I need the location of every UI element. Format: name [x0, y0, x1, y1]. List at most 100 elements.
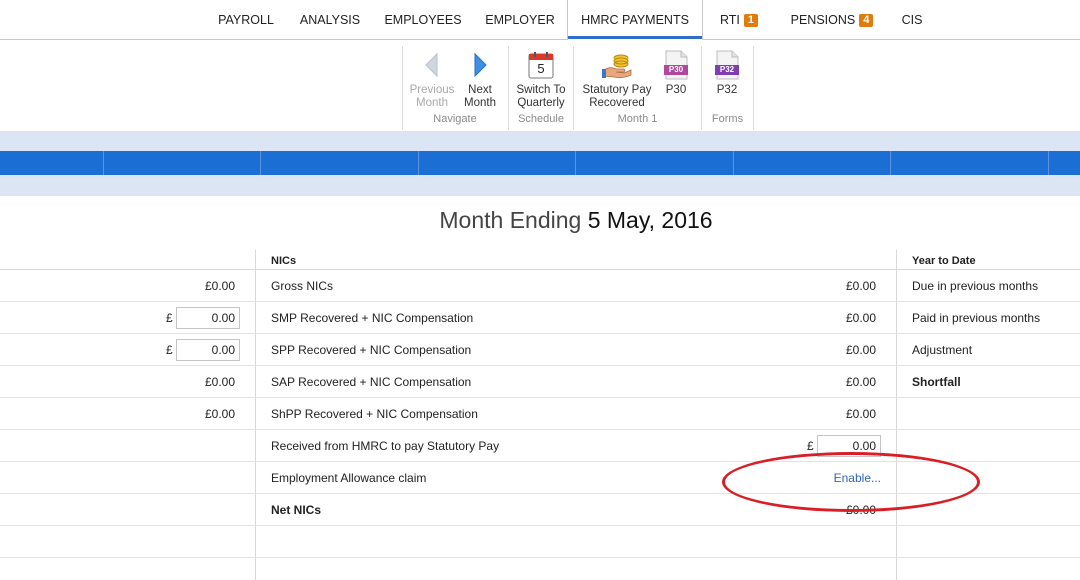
tab-cis[interactable]: CIS: [893, 0, 931, 40]
ribbon-separator: [753, 46, 754, 130]
tab-label: CIS: [901, 13, 923, 27]
table-row: £ SMP Recovered + NIC Compensation £0.00…: [0, 302, 1080, 334]
table-row: [0, 526, 1080, 558]
period-divider: [890, 151, 891, 175]
tab-label: ANALYSIS: [299, 13, 361, 27]
group-label-month: Month 1: [617, 113, 658, 125]
enable-employment-allowance-link[interactable]: Enable...: [780, 471, 881, 485]
nics-row-label: SMP Recovered + NIC Compensation: [271, 311, 474, 325]
nics-row-label: ShPP Recovered + NIC Compensation: [271, 407, 478, 421]
button-label: Switch To: [516, 84, 566, 96]
table-row: Net NICs £0.00: [0, 494, 1080, 526]
rti-count-badge: 1: [743, 14, 759, 27]
table-row: £ SPP Recovered + NIC Compensation £0.00…: [0, 334, 1080, 366]
left-value: £0.00: [204, 375, 235, 389]
tab-label: RTI: [719, 13, 740, 27]
period-divider: [103, 151, 104, 175]
coins-hand-icon: [602, 50, 632, 80]
nics-row-value: £0.00: [845, 375, 876, 389]
period-bar: [0, 151, 1080, 175]
arrow-right-icon: [465, 50, 495, 80]
p32-button[interactable]: P32 P32: [707, 50, 747, 97]
header-band-bottom: [0, 175, 1080, 196]
tab-payroll[interactable]: PAYROLL: [206, 0, 286, 40]
p32-icon-text: P32: [719, 65, 735, 74]
arrow-left-icon: [417, 50, 447, 80]
group-label-forms: Forms: [711, 113, 744, 125]
currency-symbol: £: [166, 311, 173, 325]
tab-rti[interactable]: RTI 1: [710, 0, 768, 40]
button-label: Month: [416, 96, 448, 109]
tab-pensions[interactable]: PENSIONS 4: [782, 0, 882, 40]
ytd-column-header: Year to Date: [912, 255, 976, 267]
nics-row-label: SPP Recovered + NIC Compensation: [271, 343, 472, 357]
switch-to-quarterly-button[interactable]: 5 Switch To Quarterly: [511, 50, 571, 109]
tab-label: EMPLOYEES: [384, 13, 462, 27]
p30-icon-text: P30: [668, 65, 684, 74]
period-divider: [1048, 151, 1049, 175]
smp-left-amount-input[interactable]: [176, 307, 240, 329]
button-label: P30: [665, 84, 687, 96]
button-label: Quarterly: [517, 96, 565, 109]
title-date: 5 May, 2016: [587, 207, 713, 233]
period-divider: [418, 151, 419, 175]
left-value: £0.00: [204, 279, 235, 293]
calendar-icon: 5: [526, 50, 556, 80]
tab-employer[interactable]: EMPLOYER: [478, 0, 562, 40]
nics-row-value: £0.00: [845, 311, 876, 325]
ribbon-separator: [402, 46, 403, 130]
left-value: £0.00: [204, 407, 235, 421]
period-divider: [733, 151, 734, 175]
nics-row-value: £0.00: [845, 407, 876, 421]
table-row: Employment Allowance claim Enable...: [0, 462, 1080, 494]
calendar-day: 5: [537, 61, 545, 76]
period-divider: [575, 151, 576, 175]
button-label: Month: [464, 96, 496, 109]
button-label: Previous: [409, 84, 455, 96]
previous-month-button[interactable]: Previous Month: [406, 50, 458, 109]
p30-document-icon: P30: [661, 50, 691, 80]
table-row: £0.00 Gross NICs £0.00 Due in previous m…: [0, 270, 1080, 302]
button-label: P32: [716, 84, 738, 96]
group-label-schedule: Schedule: [518, 113, 564, 125]
ytd-row-label: Shortfall: [912, 375, 961, 389]
nics-row-label: Gross NICs: [271, 279, 334, 293]
nics-row-value: £0.00: [845, 343, 876, 357]
nics-row-label: SAP Recovered + NIC Compensation: [271, 375, 472, 389]
tab-employees[interactable]: EMPLOYEES: [378, 0, 468, 40]
tab-label: PAYROLL: [218, 13, 274, 27]
next-month-button[interactable]: Next Month: [458, 50, 502, 109]
period-divider: [260, 151, 261, 175]
received-from-hmrc-input[interactable]: [817, 435, 881, 457]
title-prefix: Month Ending: [439, 207, 582, 233]
tab-analysis[interactable]: ANALYSIS: [290, 0, 370, 40]
p30-button[interactable]: P30 P30: [658, 50, 694, 97]
table-row: £0.00 ShPP Recovered + NIC Compensation …: [0, 398, 1080, 430]
tab-label: EMPLOYER: [485, 13, 555, 27]
ribbon-toolbar: Previous Month Next Month Navigate 5 Swi…: [0, 40, 1080, 131]
button-label: Statutory Pay: [582, 84, 652, 96]
page-title: Month Ending 5 May, 2016: [0, 207, 1080, 234]
p32-document-icon: P32: [712, 50, 742, 80]
ytd-row-label: Due in previous months: [912, 279, 1039, 293]
nics-column-header: NICs: [271, 255, 297, 267]
button-label: Recovered: [589, 96, 645, 109]
ytd-row-label: Adjustment: [912, 343, 973, 357]
tab-hmrc-payments[interactable]: HMRC PAYMENTS: [567, 0, 703, 41]
currency-symbol: £: [807, 439, 814, 453]
group-label-navigate: Navigate: [433, 113, 477, 125]
table-row: £0.00 SAP Recovered + NIC Compensation £…: [0, 366, 1080, 398]
header-band-top: [0, 131, 1080, 151]
table-header: NICs Year to Date: [0, 250, 1080, 270]
statutory-pay-recovered-button[interactable]: Statutory Pay Recovered: [578, 50, 656, 109]
nics-row-value: £0.00: [845, 279, 876, 293]
tab-label: PENSIONS: [790, 13, 856, 27]
top-navigation: PAYROLL ANALYSIS EMPLOYEES EMPLOYER HMRC…: [0, 0, 1080, 41]
nics-row-label: Employment Allowance claim: [271, 471, 427, 485]
spp-left-amount-input[interactable]: [176, 339, 240, 361]
ytd-row-label: Paid in previous months: [912, 311, 1041, 325]
nics-row-label: Net NICs: [271, 503, 322, 517]
nics-row-value: £0.00: [845, 503, 876, 517]
pensions-count-badge: 4: [859, 14, 874, 27]
currency-symbol: £: [166, 343, 173, 357]
